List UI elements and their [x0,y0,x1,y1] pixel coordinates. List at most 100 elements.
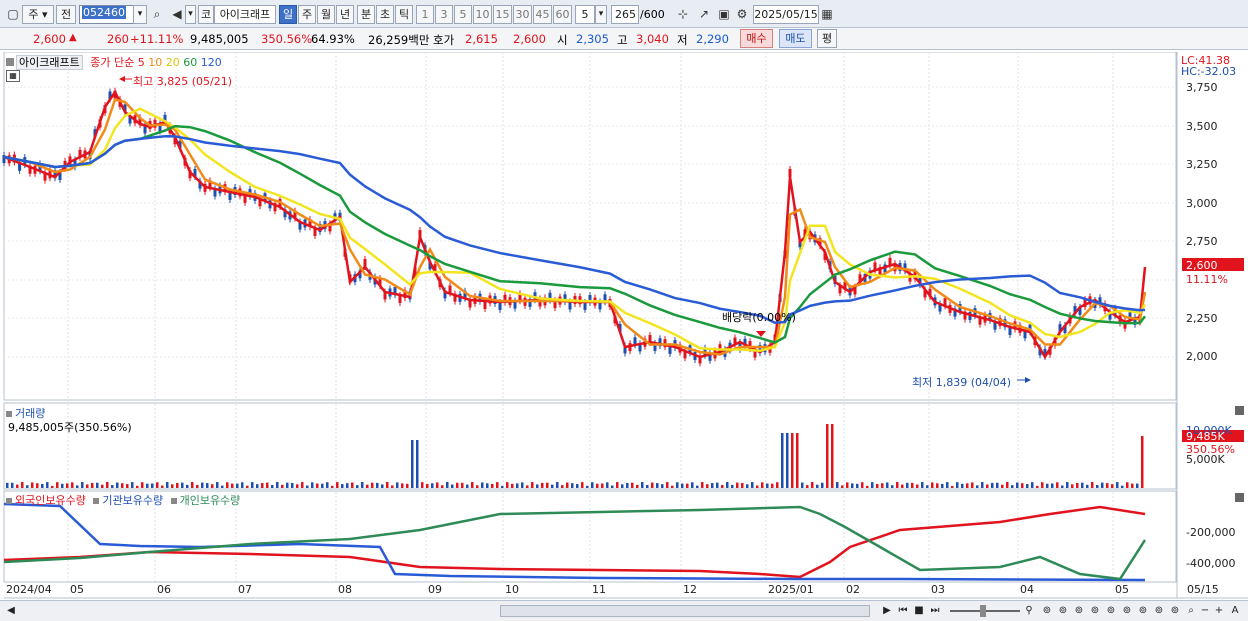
volume-bar [271,484,274,488]
font-size-icon[interactable]: A [1228,604,1242,618]
prev-button[interactable]: 전 [56,5,76,24]
minute-button-15[interactable]: 15 [493,5,512,24]
count-dropdown-button[interactable]: ▾ [595,5,607,24]
volume-bar [1081,482,1084,488]
volume-bar [751,482,754,488]
sell-button[interactable]: 매도 [779,29,812,48]
stock-name-field[interactable]: 아이크래프 [214,5,276,24]
volume-bar [241,482,244,488]
scroll-left-icon[interactable]: ◀ [4,604,18,618]
link-icon-2[interactable]: ⊚ [1056,604,1070,618]
link-icon-9[interactable]: ⊚ [1168,604,1182,618]
volume-bar [866,485,869,488]
volume-bar [406,483,409,488]
grid-toggle-icon[interactable]: ▦ [6,70,20,82]
buy-button[interactable]: 매수 [740,29,773,48]
volume-bar [851,483,854,488]
save-icon[interactable]: ▣ [715,5,733,24]
minute-button-1[interactable]: 1 [416,5,434,24]
open-price: 2,305 [576,32,609,46]
draw-tool-icon[interactable]: ↗ [695,5,713,24]
volume-bar [81,482,84,488]
fast-forward-icon[interactable]: ⏭ [928,604,942,618]
volume-bar [951,485,954,488]
zoom-slider-handle[interactable] [980,605,986,617]
minute-button-5[interactable]: 5 [454,5,472,24]
link-icon-3[interactable]: ⊚ [1072,604,1086,618]
minute-button-30[interactable]: 30 [513,5,532,24]
volume-bar [186,484,189,488]
code-dropdown-button[interactable]: ▾ [133,5,147,24]
high-label: 고 [617,33,628,47]
zoom-in-icon[interactable]: + [1212,604,1226,618]
holding-legend: 외국인보유수량 기관보유수량 개인보유수량 [6,492,240,508]
calendar-icon[interactable]: ▦ [818,5,836,24]
volume-bar [976,485,979,488]
speaker-icon[interactable]: ◀ [168,5,186,24]
zoom-tool-icon[interactable]: ⚲ [1022,604,1036,618]
price-change-rate: +11.11% [130,32,184,46]
volume-bar [56,482,59,488]
count-field[interactable]: 5 [575,5,595,24]
minute-button-45[interactable]: 45 [533,5,552,24]
volume-bar [431,483,434,488]
scroll-right-icon[interactable]: ▶ [880,604,894,618]
scroll-thumb[interactable] [500,605,870,617]
chart-canvas[interactable] [0,52,1248,600]
search-icon[interactable]: ⌕ [148,5,166,24]
link-icon-5[interactable]: ⊚ [1104,604,1118,618]
crosshair-icon[interactable]: ⊹ [674,5,692,24]
volume-bar [321,483,324,488]
link-icon-8[interactable]: ⊚ [1152,604,1166,618]
gear-icon[interactable]: ⚙ [733,5,751,24]
volume-bar [711,483,714,488]
date-field[interactable]: 2025/05/15 [753,5,819,24]
zoom-out-icon[interactable]: − [1198,604,1212,618]
volume-bar [41,483,44,488]
tab-period-year[interactable]: 년 [336,5,354,24]
link-icon-6[interactable]: ⊚ [1120,604,1134,618]
tab-period-tick[interactable]: 틱 [395,5,413,24]
code-type-label[interactable]: 코 [198,5,214,24]
volume-bar [621,484,624,488]
holding-panel-close-icon[interactable] [1235,493,1244,502]
speaker-dropdown-button[interactable]: ▾ [185,5,196,24]
turnover-rate: 64.93% [311,32,355,46]
tab-period-week[interactable]: 주 [298,5,316,24]
stock-title-label[interactable]: 아이크래프트 [16,55,83,70]
tab-period-month[interactable]: 월 [317,5,335,24]
tab-period-second[interactable]: 초 [376,5,394,24]
volume-bar [666,482,669,488]
volume-bar [396,482,399,488]
volume-bar [781,433,784,488]
rewind-icon[interactable]: ⏮ [896,604,910,618]
volume-bar [731,484,734,488]
ma-period-60: 60 [183,56,198,69]
volume-bar [541,482,544,488]
range-input[interactable]: 265 [611,5,639,24]
chart-scrollbar[interactable]: ◀ ▶ ⏮ ■ ⏭ ⚲ ⊚ ⊚ ⊚ ⊚ ⊚ ⊚ ⊚ ⊚ ⊚ ⌕ − + A [0,600,1248,621]
volume-panel-close-icon[interactable] [1235,406,1244,415]
stop-icon[interactable]: ■ [912,604,926,618]
eval-button[interactable]: 평 [817,29,837,48]
volume-bar [591,482,594,488]
link-icon-4[interactable]: ⊚ [1088,604,1102,618]
y-tick-3750: 3,750 [1186,81,1218,94]
volume-bar [221,485,224,488]
y-tick-2750: 2,750 [1186,235,1218,248]
market-select[interactable]: 주 ▾ [22,5,54,24]
minute-button-60[interactable]: 60 [553,5,572,24]
minute-button-10[interactable]: 10 [473,5,492,24]
volume-bar [231,483,234,488]
volume-bar [1041,482,1044,488]
tab-period-minute[interactable]: 분 [357,5,375,24]
minute-button-3[interactable]: 3 [435,5,453,24]
chart-window-icon[interactable]: ▢ [4,5,22,24]
volume-bar [1111,484,1114,488]
link-icon-7[interactable]: ⊚ [1136,604,1150,618]
volume-bar [836,482,839,488]
magnifier-icon[interactable]: ⌕ [1184,604,1198,618]
tab-period-day[interactable]: 일 [279,5,297,24]
volume-bar [671,485,674,488]
link-icon[interactable]: ⊚ [1040,604,1054,618]
